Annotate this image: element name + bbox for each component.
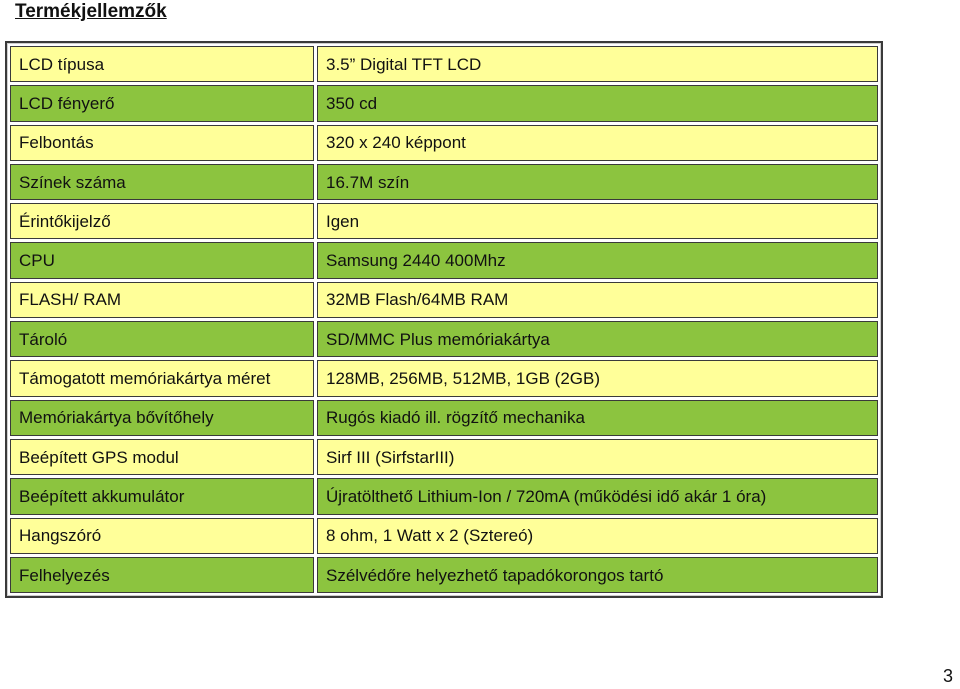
spec-table-body: LCD típusa 3.5” Digital TFT LCD LCD fénye… (10, 46, 878, 594)
spec-value: Sirf III (SirfstarIII) (317, 438, 878, 476)
spec-label: LCD fényerő (10, 85, 314, 122)
spec-row: LCD fényerő 350 cd (10, 85, 878, 122)
spec-value: 320 x 240 képpont (317, 124, 878, 161)
spec-table: LCD típusa 3.5” Digital TFT LCD LCD fénye… (5, 41, 883, 599)
spec-row: Memóriakártya bővítőhely Rugós kiadó ill.… (10, 399, 878, 436)
spec-label: Memóriakártya bővítőhely (10, 399, 314, 436)
spec-value: Igen (317, 203, 878, 240)
spec-value: Szélvédőre helyezhető tapadókorongos tar… (317, 556, 878, 594)
spec-label: Felbontás (10, 124, 314, 161)
page-title: Termékjellemzők (15, 1, 167, 22)
spec-row: Felbontás 320 x 240 képpont (10, 124, 878, 161)
spec-label: FLASH/ RAM (10, 281, 314, 319)
spec-row: Beépített akkumulátor Újratölthető Lithiu… (10, 478, 878, 515)
spec-label: Felhelyezés (10, 556, 314, 594)
spec-label: LCD típusa (10, 46, 314, 83)
spec-row: FLASH/ RAM 32MB Flash/64MB RAM (10, 281, 878, 319)
spec-value: Samsung 2440 400Mhz (317, 242, 878, 279)
spec-value: 8 ohm, 1 Watt x 2 (Sztereó) (317, 517, 878, 554)
spec-row: Érintőkijelző Igen (10, 203, 878, 240)
spec-row: Hangszóró 8 ohm, 1 Watt x 2 (Sztereó) (10, 517, 878, 554)
spec-label: Tároló (10, 321, 314, 358)
spec-label: Támogatott memóriakártya méret (10, 360, 314, 397)
spec-value: SD/MMC Plus memóriakártya (317, 321, 878, 358)
spec-label: Színek száma (10, 163, 314, 201)
spec-row: Tároló SD/MMC Plus memóriakártya (10, 321, 878, 358)
spec-label: Hangszóró (10, 517, 314, 554)
spec-value: 16.7M szín (317, 163, 878, 201)
spec-row: CPU Samsung 2440 400Mhz (10, 242, 878, 279)
spec-label: Érintőkijelző (10, 203, 314, 240)
spec-value: 128MB, 256MB, 512MB, 1GB (2GB) (317, 360, 878, 397)
spec-label: Beépített GPS modul (10, 438, 314, 476)
spec-row: LCD típusa 3.5” Digital TFT LCD (10, 46, 878, 83)
spec-value: 32MB Flash/64MB RAM (317, 281, 878, 319)
spec-row: Felhelyezés Szélvédőre helyezhető tapadók… (10, 556, 878, 594)
spec-value: 3.5” Digital TFT LCD (317, 46, 878, 83)
spec-row: Támogatott memóriakártya méret 128MB, 256… (10, 360, 878, 397)
spec-value: Újratölthető Lithium-Ion / 720mA (működé… (317, 478, 878, 515)
spec-row: Beépített GPS modul Sirf III (SirfstarIII… (10, 438, 878, 476)
spec-label: Beépített akkumulátor (10, 478, 314, 515)
spec-value: 350 cd (317, 85, 878, 122)
spec-row: Színek száma 16.7M szín (10, 163, 878, 201)
spec-label: CPU (10, 242, 314, 279)
spec-value: Rugós kiadó ill. rögzítő mechanika (317, 399, 878, 436)
page-number: 3 (942, 666, 953, 686)
